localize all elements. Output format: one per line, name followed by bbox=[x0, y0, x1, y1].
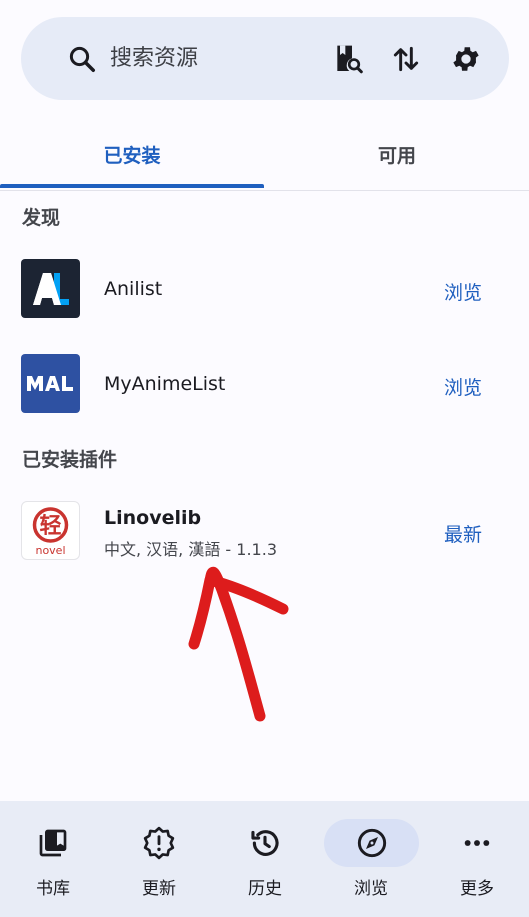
search-bar[interactable]: 搜索资源 bbox=[21, 17, 509, 100]
section-header-installed: 已安装插件 bbox=[22, 449, 118, 471]
svg-text:novel: novel bbox=[35, 544, 65, 557]
nav-label: 浏览 bbox=[354, 879, 388, 899]
search-input[interactable]: 搜索资源 bbox=[110, 44, 198, 74]
section-header-discover: 发现 bbox=[22, 207, 61, 229]
nav-browse[interactable]: 浏览 bbox=[318, 801, 424, 917]
nav-label: 更多 bbox=[460, 879, 494, 899]
source-name: MyAnimeList bbox=[104, 373, 226, 395]
sort-arrows-icon[interactable] bbox=[389, 42, 423, 76]
nav-history[interactable]: 历史 bbox=[212, 801, 318, 917]
nav-label: 更新 bbox=[142, 879, 176, 899]
browse-button[interactable]: 浏览 bbox=[444, 373, 482, 400]
updates-icon bbox=[106, 823, 212, 863]
svg-text:轻: 轻 bbox=[39, 513, 61, 539]
extension-name: Linovelib bbox=[104, 507, 202, 529]
tab-bar: 已安装 可用 bbox=[0, 120, 529, 191]
nav-library[interactable]: 书库 bbox=[0, 801, 106, 917]
tab-available[interactable]: 可用 bbox=[265, 120, 529, 188]
more-icon bbox=[424, 823, 529, 863]
nav-label: 历史 bbox=[248, 879, 282, 899]
book-search-icon[interactable] bbox=[331, 42, 365, 76]
list-item-myanimelist[interactable]: MyAnimeList 浏览 bbox=[0, 354, 529, 449]
gear-icon[interactable] bbox=[449, 42, 483, 76]
tab-indicator bbox=[0, 184, 264, 188]
search-icon[interactable] bbox=[65, 42, 99, 76]
list-item-linovelib[interactable]: 轻 novel Linovelib 中文, 汉语, 漢語 - 1.1.3 最新 bbox=[0, 501, 529, 596]
library-icon bbox=[0, 823, 106, 863]
nav-label: 书库 bbox=[36, 879, 70, 899]
latest-button[interactable]: 最新 bbox=[444, 520, 482, 547]
anilist-logo bbox=[21, 259, 80, 318]
bottom-navigation: 书库 更新 历史 浏览 更多 bbox=[0, 801, 529, 917]
history-icon bbox=[212, 823, 318, 863]
linovelib-logo: 轻 novel bbox=[21, 501, 80, 560]
list-item-anilist[interactable]: Anilist 浏览 bbox=[0, 259, 529, 354]
extension-subtitle: 中文, 汉语, 漢語 - 1.1.3 bbox=[104, 540, 278, 559]
nav-updates[interactable]: 更新 bbox=[106, 801, 212, 917]
source-name: Anilist bbox=[104, 278, 163, 300]
tab-installed[interactable]: 已安装 bbox=[0, 120, 264, 188]
browse-button[interactable]: 浏览 bbox=[444, 278, 482, 305]
nav-more[interactable]: 更多 bbox=[424, 801, 529, 917]
compass-icon bbox=[324, 823, 419, 863]
myanimelist-logo bbox=[21, 354, 80, 413]
